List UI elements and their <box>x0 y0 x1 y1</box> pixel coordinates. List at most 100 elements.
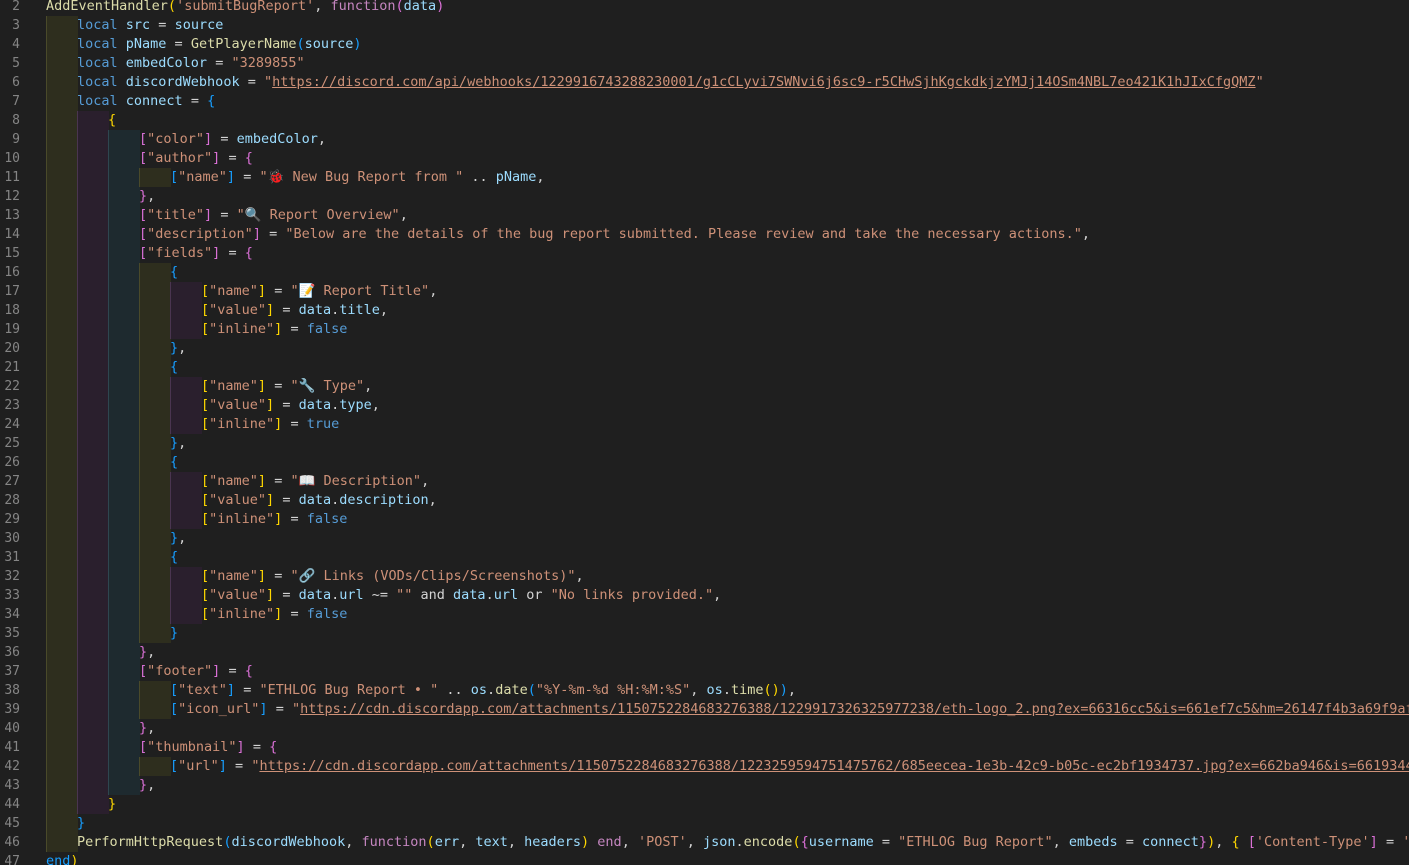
line-number: 11 <box>4 170 20 185</box>
code-line[interactable]: 34 ["inline"] = false <box>0 605 1409 624</box>
code-token: "inline" <box>209 511 275 527</box>
code-line[interactable]: 30}, <box>0 529 1409 548</box>
code-line[interactable]: 28 ["value"] = data.description, <box>0 491 1409 510</box>
indent-guide <box>108 529 140 548</box>
code-line[interactable]: 14 ["description"] = "Below are the detai… <box>0 225 1409 244</box>
code-token: "🔍 Report Overview" <box>236 207 400 223</box>
code-line[interactable]: 16 { <box>0 263 1409 282</box>
code-token: embedColor <box>236 131 318 147</box>
code-line[interactable]: 47 end) <box>0 852 1409 865</box>
code-token: , <box>536 169 545 185</box>
code-line[interactable]: 43}, <box>0 776 1409 795</box>
code-line[interactable]: 10 ["author"] = { <box>0 149 1409 168</box>
code-line[interactable]: 11 ["name"] = "🐞 New Bug Report from " ..… <box>0 168 1409 187</box>
code-token: ~= <box>363 587 397 603</box>
line-number: 10 <box>4 151 20 166</box>
code-token: local <box>77 36 126 52</box>
indent-guide <box>46 111 78 130</box>
code-token: , <box>371 397 380 413</box>
code-line[interactable]: 17 ["name"] = "📝 Report Title", <box>0 282 1409 301</box>
code-line[interactable]: 37 ["footer"] = { <box>0 662 1409 681</box>
line-number: 30 <box>4 531 20 546</box>
indent-guide <box>108 396 140 415</box>
url-link[interactable]: https://cdn.discordapp.com/attachments/1… <box>300 701 1409 717</box>
code-line[interactable]: 22 ["name"] = "🔧 Type", <box>0 377 1409 396</box>
code-token: = <box>212 131 237 147</box>
code-text: { <box>170 548 178 567</box>
code-line[interactable]: 31 { <box>0 548 1409 567</box>
code-line[interactable]: 27 ["name"] = "📖 Description", <box>0 472 1409 491</box>
code-token: , <box>345 834 362 850</box>
code-token: [ <box>201 606 210 622</box>
code-token: { <box>800 834 809 850</box>
code-line[interactable]: 15 ["fields"] = { <box>0 244 1409 263</box>
code-token: = <box>182 93 208 109</box>
code-line[interactable]: 32 ["name"] = "🔗 Links (VODs/Clips/Screen… <box>0 567 1409 586</box>
code-token: ] <box>257 473 267 489</box>
line-number: 42 <box>4 759 20 774</box>
code-token: local <box>77 55 126 71</box>
code-line[interactable]: 44} <box>0 795 1409 814</box>
code-token: { <box>269 739 278 755</box>
line-number: 22 <box>4 379 20 394</box>
code-line[interactable]: 20}, <box>0 339 1409 358</box>
code-line[interactable]: 33 ["value"] = data.url ~= "" and data.ur… <box>0 586 1409 605</box>
code-line[interactable]: 19 ["inline"] = false <box>0 320 1409 339</box>
indent-guide <box>46 662 78 681</box>
code-line[interactable]: 36}, <box>0 643 1409 662</box>
indent-guide <box>77 358 109 377</box>
code-line[interactable]: 12}, <box>0 187 1409 206</box>
code-line[interactable]: 45} <box>0 814 1409 833</box>
code-line[interactable]: 6 local discordWebhook = "https://discord… <box>0 73 1409 92</box>
code-line[interactable]: 8{ <box>0 111 1409 130</box>
indent-guide <box>139 301 171 320</box>
indent-guide <box>46 510 78 529</box>
code-line[interactable]: 3 local src = source <box>0 16 1409 35</box>
code-line[interactable]: 7 local connect = { <box>0 92 1409 111</box>
indent-guide <box>108 510 140 529</box>
code-token: discordWebhook <box>125 74 240 90</box>
indent-guide <box>77 130 109 149</box>
code-token: end <box>46 853 71 865</box>
code-token: pName <box>125 36 167 52</box>
url-link[interactable]: https://cdn.discordapp.com/attachments/1… <box>259 758 1409 774</box>
indent-guide <box>108 586 140 605</box>
code-line[interactable]: 21 { <box>0 358 1409 377</box>
code-line[interactable]: 38 ["text"] = "ETHLOG Bug Report • " .. o… <box>0 681 1409 700</box>
code-token: 'Content-Type' <box>1255 834 1370 850</box>
code-line[interactable]: 24 ["inline"] = true <box>0 415 1409 434</box>
code-line[interactable]: 35} <box>0 624 1409 643</box>
code-line[interactable]: 9 ["color"] = embedColor, <box>0 130 1409 149</box>
code-line[interactable]: 40}, <box>0 719 1409 738</box>
code-text: AddEventHandler('submitBugReport', funct… <box>46 0 444 16</box>
code-token: embedColor <box>125 55 208 71</box>
code-line[interactable]: 4 local pName = GetPlayerName(source) <box>0 35 1409 54</box>
code-line[interactable]: 46 PerformHttpRequest (discordWebhook, fun… <box>0 833 1409 852</box>
code-line[interactable]: 29 ["inline"] = false <box>0 510 1409 529</box>
code-line[interactable]: 18 ["value"] = data.title, <box>0 301 1409 320</box>
code-token: "3289855" <box>231 55 305 71</box>
code-line[interactable]: 23 ["value"] = data.type, <box>0 396 1409 415</box>
line-number: 34 <box>4 607 20 622</box>
url-link[interactable]: https://discord.com/api/webhooks/1229916… <box>272 74 1255 90</box>
code-token: " <box>263 74 273 90</box>
code-token: = <box>1117 834 1143 850</box>
indent-guide <box>108 491 140 510</box>
code-line[interactable]: 26 { <box>0 453 1409 472</box>
code-token: , <box>364 378 373 394</box>
line-number: 20 <box>4 341 20 356</box>
code-line[interactable]: 13 ["title"] = "🔍 Report Overview", <box>0 206 1409 225</box>
code-token: ( <box>167 0 177 14</box>
line-number: 13 <box>4 208 20 223</box>
code-line[interactable]: 42 ["url"] = "https://cdn.discordapp.com/… <box>0 757 1409 776</box>
code-token: "color" <box>147 131 205 147</box>
code-line[interactable]: 25}, <box>0 434 1409 453</box>
code-line[interactable]: 5 local embedColor = "3289855" <box>0 54 1409 73</box>
code-line[interactable]: 41 ["thumbnail"] = { <box>0 738 1409 757</box>
code-line[interactable]: 39 ["icon_url"] = "https://cdn.discordapp… <box>0 700 1409 719</box>
code-editor[interactable]: 2 AddEventHandler('submitBugReport', func… <box>0 0 1409 865</box>
indent-guide <box>77 206 109 225</box>
code-line[interactable]: 2 AddEventHandler('submitBugReport', func… <box>0 0 1409 16</box>
code-token: ) <box>436 0 445 14</box>
indent-guide <box>170 491 202 510</box>
